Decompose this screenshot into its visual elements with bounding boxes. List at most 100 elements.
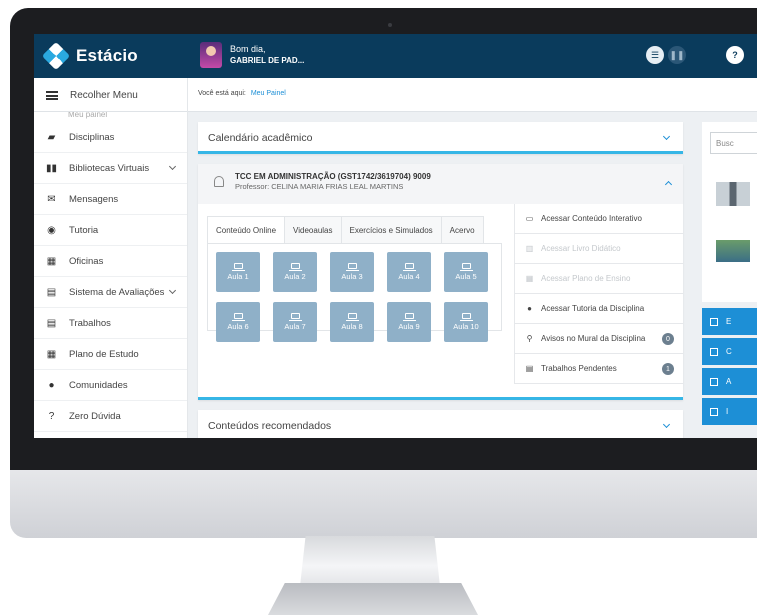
sidebar-item-label: Tutoria — [69, 224, 99, 236]
news-thumbnail[interactable] — [716, 182, 750, 206]
collapse-menu-button[interactable]: Recolher Menu — [34, 78, 188, 112]
bell-icon — [214, 176, 224, 187]
course-action-label: Acessar Tutoria da Disciplina — [541, 304, 645, 313]
sidebar-item[interactable]: ▰ Disciplinas — [34, 122, 187, 153]
tab[interactable]: Videoaulas — [285, 216, 342, 244]
user-greeting[interactable]: Bom dia, GABRIEL DE PAD... — [200, 42, 304, 68]
sidebar-item[interactable]: ▮▮ Bibliotecas Virtuais — [34, 153, 187, 184]
chevron-down-icon[interactable] — [662, 132, 671, 141]
tab[interactable]: Conteúdo Online — [207, 216, 286, 244]
chevron-down-icon[interactable] — [662, 420, 671, 429]
calendar-title: Calendário acadêmico — [208, 132, 313, 144]
course-actions: ▭ Acessar Conteúdo Interativo ▥ Acessar Liv… — [514, 204, 683, 384]
quick-link-label: A — [726, 377, 732, 386]
document-icon: ▤ — [46, 286, 57, 298]
lesson-tile[interactable]: Aula 3 — [330, 252, 374, 292]
quick-link-label: C — [726, 347, 732, 356]
lesson-tile[interactable]: Aula 6 — [216, 302, 260, 342]
chevron-down-icon[interactable] — [168, 162, 177, 171]
chevron-up-icon[interactable] — [664, 180, 673, 189]
external-link-icon — [710, 347, 718, 356]
sidebar-item[interactable]: ◉ Tutoria — [34, 215, 187, 246]
action-icon: ▦ — [525, 274, 534, 283]
course-action-label: Acessar Conteúdo Interativo — [541, 214, 642, 223]
laptop-icon — [459, 313, 473, 321]
laptop-icon — [345, 313, 359, 321]
course-action[interactable]: ▭ Acessar Conteúdo Interativo — [514, 204, 683, 234]
lesson-tile[interactable]: Aula 1 — [216, 252, 260, 292]
action-icon: ▤ — [525, 364, 534, 373]
sidebar-item-label: Sistema de Avaliações — [69, 286, 165, 298]
brand-name: Estácio — [76, 46, 138, 65]
sidebar-item-label: Disciplinas — [69, 131, 115, 143]
laptop-icon — [402, 263, 416, 271]
help-icon[interactable]: ? — [726, 46, 744, 64]
chevron-down-icon[interactable] — [168, 286, 177, 295]
sidebar-item[interactable]: ● Comunidades — [34, 370, 187, 401]
sidebar-item-label: Trabalhos — [69, 317, 111, 329]
breadcrumb: Você está aqui: Meu Painel — [198, 90, 286, 97]
avatar — [200, 42, 222, 68]
user-name: GABRIEL DE PAD... — [230, 56, 305, 65]
monitor-chin — [10, 470, 757, 538]
count-badge: 0 — [662, 333, 674, 345]
lesson-label: Aula 1 — [227, 272, 249, 281]
course-professor: Professor: CELINA MARIA FRIAS LEAL MARTI… — [235, 182, 404, 191]
grid-icon: ▦ — [46, 255, 57, 267]
brand[interactable]: Estácio — [34, 34, 188, 78]
lesson-label: Aula 5 — [455, 272, 477, 281]
menu-icon[interactable]: ☰ — [646, 46, 664, 64]
quick-link-button[interactable]: E — [702, 308, 757, 335]
lesson-label: Aula 9 — [398, 322, 420, 331]
quick-link-label: E — [726, 317, 732, 326]
recommended-title: Conteúdos recomendados — [208, 420, 332, 432]
search-input[interactable]: Busc — [710, 132, 757, 154]
sidebar-item-label: Bibliotecas Virtuais — [69, 162, 150, 174]
lesson-tile[interactable]: Aula 7 — [273, 302, 317, 342]
recommended-card[interactable]: Conteúdos recomendados — [198, 410, 683, 438]
calendar-card[interactable]: Calendário acadêmico — [198, 122, 683, 154]
lesson-tile[interactable]: Aula 10 — [444, 302, 488, 342]
course-header[interactable]: TCC EM ADMINISTRAÇÃO (GST1742/3619704) 9… — [198, 164, 683, 204]
lesson-tile[interactable]: Aula 2 — [273, 252, 317, 292]
lesson-tile[interactable]: Aula 5 — [444, 252, 488, 292]
lesson-label: Aula 3 — [341, 272, 363, 281]
hamburger-icon — [46, 90, 58, 100]
sidebar-item[interactable]: ▤ Trabalhos — [34, 308, 187, 339]
sidebar-item[interactable]: ▤ Sistema de Avaliações — [34, 277, 187, 308]
sidebar-item[interactable]: ? Zero Dúvida — [34, 401, 187, 432]
quick-link-button[interactable]: I — [702, 398, 757, 425]
breadcrumb-bar: Recolher Menu Você está aqui: Meu Painel — [34, 78, 757, 112]
lesson-tile[interactable]: Aula 8 — [330, 302, 374, 342]
top-header: Estácio Bom dia, GABRIEL DE PAD... ☰ ❚❚ … — [34, 34, 757, 78]
quick-link-button[interactable]: A — [702, 368, 757, 395]
course-action[interactable]: ⚲ Avisos no Mural da Disciplina 0 — [514, 324, 683, 354]
news-thumbnail[interactable] — [716, 240, 750, 262]
sidebar-item[interactable]: ▦ Plano de Estudo — [34, 339, 187, 370]
lesson-tile[interactable]: Aula 4 — [387, 252, 431, 292]
breadcrumb-link-meu-painel[interactable]: Meu Painel — [251, 90, 286, 97]
external-link-icon — [710, 407, 718, 416]
quick-link-button[interactable]: C — [702, 338, 757, 365]
course-action: ▥ Acessar Livro Didático — [514, 234, 683, 264]
laptop-icon — [231, 313, 245, 321]
content-tabs: Conteúdo Online Videoaulas Exercícios e Si… — [207, 216, 484, 244]
action-icon: ▥ — [525, 244, 534, 253]
sidebar-item[interactable]: ▦ Oficinas — [34, 246, 187, 277]
tab[interactable]: Exercícios e Simulados — [341, 216, 442, 244]
laptop-icon — [402, 313, 416, 321]
lesson-label: Aula 10 — [453, 322, 479, 331]
question-icon: ? — [48, 410, 55, 422]
chat-icon: ● — [48, 379, 55, 391]
pause-icon[interactable]: ❚❚ — [668, 46, 686, 64]
sidebar-item-label: Mensagens — [69, 193, 119, 205]
lesson-tile[interactable]: Aula 9 — [387, 302, 431, 342]
sidebar-item-meu-painel[interactable]: Meu painel — [34, 112, 187, 122]
lesson-label: Aula 6 — [227, 322, 249, 331]
sidebar-item[interactable]: ✉ Mensagens — [34, 184, 187, 215]
lesson-label: Aula 4 — [398, 272, 420, 281]
course-action[interactable]: ▤ Trabalhos Pendentes 1 — [514, 354, 683, 384]
envelope-icon: ✉ — [47, 193, 56, 205]
course-action[interactable]: ● Acessar Tutoria da Disciplina — [514, 294, 683, 324]
tab[interactable]: Acervo — [441, 216, 484, 244]
